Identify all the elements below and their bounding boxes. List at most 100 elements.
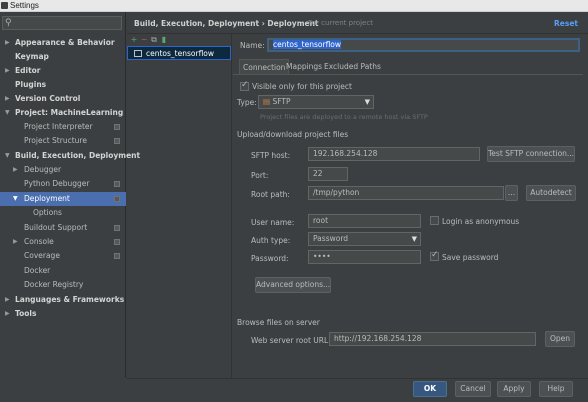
- sidebar-item-keymap[interactable]: Keymap: [0, 50, 126, 64]
- dropdown-arrow-icon: ▼: [411, 235, 417, 243]
- auth-type-dropdown[interactable]: Password ▼: [308, 232, 421, 246]
- search-icon: ⚲: [5, 18, 12, 28]
- copy-icon[interactable]: ⧉: [150, 36, 158, 44]
- project-scope-icon: [114, 181, 120, 187]
- sftp-server-icon: [134, 50, 142, 57]
- reset-link[interactable]: Reset: [554, 19, 578, 28]
- sidebar-item-label: Python Debugger: [24, 179, 90, 188]
- open-button[interactable]: Open: [545, 331, 575, 347]
- auth-type-label: Auth type:: [251, 236, 291, 245]
- test-connection-button[interactable]: Test SFTP connection...: [487, 146, 575, 162]
- sidebar-item-label: Version Control: [15, 94, 81, 103]
- sidebar-item-label: Project: MachineLearning: [15, 108, 124, 117]
- sidebar-item-options[interactable]: Options: [0, 206, 126, 220]
- port-label: Port:: [251, 171, 269, 180]
- server-list-panel: + − ⧉ ▮ centos_tensorflow: [127, 34, 232, 378]
- window-titlebar: Settings: [0, 0, 588, 12]
- sidebar-item-appearance[interactable]: ▶ Appearance & Behavior: [0, 36, 126, 50]
- name-value: centos_tensorflow: [273, 40, 342, 49]
- anonymous-checkbox[interactable]: [430, 216, 439, 225]
- type-dropdown[interactable]: ▤ SFTP ▼: [258, 95, 374, 109]
- root-path-label: Root path:: [251, 190, 290, 199]
- sidebar-item-label: Docker: [24, 266, 51, 275]
- password-field[interactable]: ••••: [308, 250, 421, 264]
- sidebar-item-docker[interactable]: Docker: [0, 264, 126, 278]
- sidebar-item-label: Editor: [15, 66, 41, 75]
- web-root-url-field[interactable]: http://192.168.254.128: [329, 332, 536, 346]
- user-name-field[interactable]: root: [308, 214, 421, 228]
- sidebar-item-label: Docker Registry: [24, 280, 84, 289]
- sidebar-item-label: Project Structure: [24, 136, 87, 145]
- sidebar-item-label: Coverage: [24, 251, 60, 260]
- sidebar-item-docker-registry[interactable]: Docker Registry: [0, 278, 126, 292]
- sidebar-item-label: Deployment: [24, 194, 70, 203]
- sidebar-item-version-control[interactable]: ▶ Version Control: [0, 92, 126, 106]
- sidebar-item-project[interactable]: ▼ Project: MachineLearning: [0, 106, 126, 120]
- sidebar-item-label: Project Interpreter: [24, 122, 93, 131]
- project-scope-icon: [114, 196, 120, 202]
- default-server-icon[interactable]: ▮: [160, 36, 168, 44]
- dialog-footer: OK Cancel Apply Help: [127, 378, 588, 402]
- tab-mappings[interactable]: Mappings: [283, 59, 325, 74]
- window-title: Settings: [10, 1, 39, 10]
- settings-sidebar: ⚲ ▶ Appearance & Behavior Keymap ▶ Edito…: [0, 12, 140, 378]
- settings-header: Build, Execution, Deployment › Deploymen…: [127, 12, 588, 34]
- sidebar-item-coverage[interactable]: Coverage: [0, 249, 126, 263]
- sidebar-item-deployment[interactable]: ▼ Deployment: [0, 192, 126, 206]
- sidebar-item-label: Keymap: [15, 52, 49, 61]
- sidebar-item-build[interactable]: ▼ Build, Execution, Deployment: [0, 149, 140, 163]
- tab-connection[interactable]: Connection: [239, 59, 290, 74]
- anonymous-label: Login as anonymous: [442, 217, 520, 226]
- sidebar-item-console[interactable]: ▶ Console: [0, 235, 126, 249]
- sidebar-item-project-interpreter[interactable]: Project Interpreter: [0, 120, 126, 134]
- user-name-label: User name:: [251, 218, 295, 227]
- ok-button[interactable]: OK: [413, 381, 447, 397]
- help-button[interactable]: Help: [539, 381, 573, 397]
- cancel-button[interactable]: Cancel: [455, 381, 491, 397]
- project-scope-icon: [114, 253, 120, 259]
- port-field[interactable]: 22: [308, 167, 348, 181]
- password-label: Password:: [251, 254, 289, 263]
- tab-excluded-paths[interactable]: Excluded Paths: [321, 59, 384, 74]
- sidebar-item-label: Console: [24, 237, 54, 246]
- upload-section-title: Upload/download project files: [237, 130, 349, 139]
- type-hint: Project files are deployed to a remote h…: [260, 113, 428, 121]
- sidebar-item-tools[interactable]: ▶ Tools: [0, 307, 126, 321]
- name-label: Name:: [240, 41, 265, 50]
- browse-section-title: Browse files on server: [237, 318, 320, 327]
- sftp-host-field[interactable]: 192.168.254.128: [308, 147, 480, 161]
- project-scope-icon: [114, 138, 120, 144]
- root-path-field[interactable]: /tmp/python: [308, 186, 504, 200]
- server-list-item[interactable]: centos_tensorflow: [127, 46, 231, 60]
- collapse-arrow-icon: ▼: [5, 152, 10, 159]
- collapse-arrow-icon: ▼: [13, 195, 18, 202]
- sidebar-item-languages[interactable]: ▶ Languages & Frameworks: [0, 293, 126, 307]
- sidebar-item-label: Plugins: [15, 80, 47, 89]
- expand-arrow-icon: ▶: [5, 296, 10, 303]
- search-input[interactable]: ⚲: [2, 16, 122, 30]
- sidebar-item-plugins[interactable]: Plugins: [0, 78, 126, 92]
- sidebar-item-label: Languages & Frameworks: [15, 295, 125, 304]
- expand-arrow-icon: ▶: [5, 67, 10, 74]
- sidebar-item-project-structure[interactable]: Project Structure: [0, 134, 126, 148]
- sidebar-item-editor[interactable]: ▶ Editor: [0, 64, 126, 78]
- name-field[interactable]: centos_tensorflow: [267, 38, 580, 52]
- visible-only-checkbox[interactable]: [240, 80, 249, 91]
- sidebar-item-buildout[interactable]: Buildout Support: [0, 221, 126, 235]
- apply-button[interactable]: Apply: [497, 381, 531, 397]
- sidebar-item-python-debugger[interactable]: Python Debugger: [0, 177, 126, 191]
- add-icon[interactable]: +: [130, 36, 138, 44]
- server-name: centos_tensorflow: [146, 49, 215, 58]
- expand-arrow-icon: ▶: [13, 166, 18, 173]
- app-icon: [1, 2, 8, 9]
- remove-icon[interactable]: −: [140, 36, 148, 44]
- save-password-checkbox[interactable]: [430, 250, 439, 261]
- autodetect-button[interactable]: Autodetect: [526, 185, 576, 201]
- save-password-label: Save password: [442, 253, 499, 262]
- host-label: SFTP host:: [251, 151, 291, 160]
- browse-root-button[interactable]: …: [505, 185, 518, 201]
- advanced-options-button[interactable]: Advanced options...: [255, 277, 331, 293]
- sidebar-item-debugger[interactable]: ▶ Debugger: [0, 163, 126, 177]
- collapse-arrow-icon: ▼: [5, 109, 10, 116]
- visible-only-label: Visible only for this project: [252, 82, 352, 91]
